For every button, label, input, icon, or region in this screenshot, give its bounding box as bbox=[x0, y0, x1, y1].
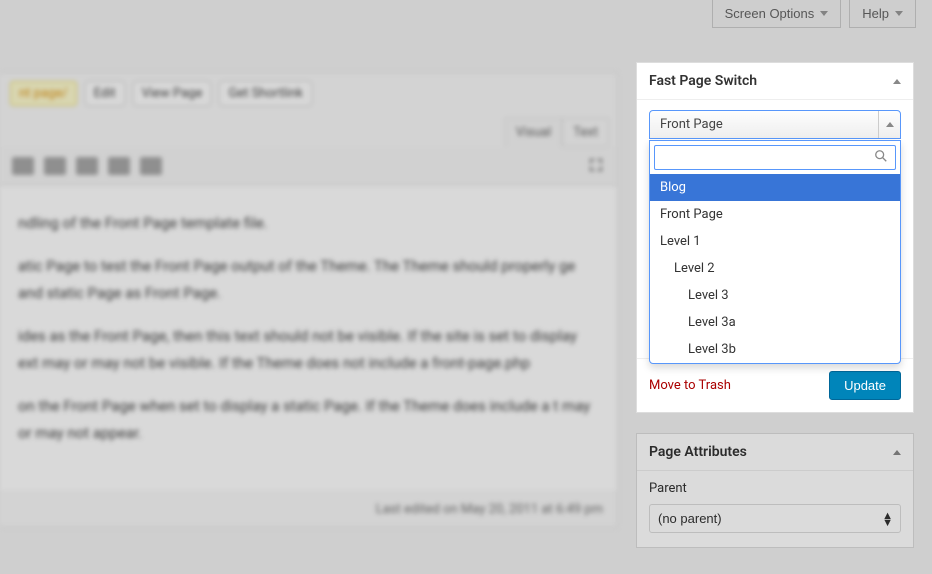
screen-options-label: Screen Options bbox=[725, 6, 815, 21]
chevron-down-icon bbox=[820, 11, 828, 16]
chevron-up-icon bbox=[893, 79, 901, 84]
tab-visual[interactable]: Visual bbox=[505, 118, 563, 147]
page-select-value: Front Page bbox=[660, 117, 723, 132]
view-page-chip[interactable]: View Page bbox=[133, 81, 212, 106]
content-line: on the Front Page when set to display a … bbox=[18, 393, 599, 447]
result-option[interactable]: Level 1 bbox=[650, 228, 900, 255]
page-search-input[interactable] bbox=[654, 145, 896, 170]
editor-last-edited: Last edited on May 20, 2011 at 6:49 pm bbox=[0, 491, 617, 527]
toolbar-button[interactable] bbox=[44, 157, 66, 175]
page-select[interactable]: Front Page bbox=[649, 110, 901, 139]
screen-options-button[interactable]: Screen Options bbox=[712, 0, 842, 28]
fast-page-switch-title: Fast Page Switch bbox=[649, 73, 757, 89]
toolbar-button[interactable] bbox=[140, 157, 162, 175]
search-icon bbox=[874, 149, 888, 167]
result-option[interactable]: Level 3b bbox=[650, 336, 900, 363]
fullscreen-icon[interactable] bbox=[589, 158, 605, 174]
content-line: ndling of the Front Page template file. bbox=[18, 210, 599, 237]
editor-toolbar bbox=[0, 147, 617, 186]
page-attributes-panel: Page Attributes Parent (no parent) ▲▼ bbox=[636, 433, 914, 548]
editor-content[interactable]: ndling of the Front Page template file. … bbox=[0, 186, 617, 491]
chevron-down-icon bbox=[895, 11, 903, 16]
result-option[interactable]: Blog bbox=[650, 174, 900, 201]
fast-page-switch-panel: Fast Page Switch Front Page bbox=[636, 62, 914, 413]
toolbar-button[interactable] bbox=[76, 157, 98, 175]
page-attributes-header[interactable]: Page Attributes bbox=[637, 434, 913, 471]
select-arrow bbox=[878, 111, 900, 138]
fast-page-switch-header[interactable]: Fast Page Switch bbox=[637, 63, 913, 100]
page-attributes-title: Page Attributes bbox=[649, 444, 747, 460]
move-to-trash-link[interactable]: Move to Trash bbox=[649, 378, 731, 393]
help-label: Help bbox=[862, 6, 889, 21]
result-option[interactable]: Front Page bbox=[650, 201, 900, 228]
content-line: ides as the Front Page, then this text s… bbox=[18, 323, 599, 377]
help-button[interactable]: Help bbox=[849, 0, 916, 28]
update-button[interactable]: Update bbox=[829, 371, 901, 400]
result-option[interactable]: Level 3 bbox=[650, 282, 900, 309]
editor-tabs: Visual Text bbox=[0, 114, 617, 147]
permalink-chip: nt page/ bbox=[10, 81, 77, 106]
content-line: atic Page to test the Front Page output … bbox=[18, 253, 599, 307]
toolbar-button[interactable] bbox=[108, 157, 130, 175]
editor-permalink-row: nt page/ Edit View Page Get Shortlink bbox=[0, 73, 617, 114]
result-option[interactable]: Level 3a bbox=[650, 309, 900, 336]
toolbar-button[interactable] bbox=[12, 157, 34, 175]
chevron-up-icon bbox=[893, 450, 901, 455]
chevron-up-icon bbox=[886, 122, 894, 127]
parent-label: Parent bbox=[649, 481, 901, 496]
editor-panel: nt page/ Edit View Page Get Shortlink Vi… bbox=[0, 72, 618, 528]
parent-select[interactable]: (no parent) bbox=[649, 504, 901, 533]
tab-text[interactable]: Text bbox=[562, 118, 609, 147]
page-select-results[interactable]: Blog Front Page Level 1 Level 2 Level 3 … bbox=[650, 174, 900, 363]
result-option[interactable]: Level 2 bbox=[650, 255, 900, 282]
get-shortlink-chip[interactable]: Get Shortlink bbox=[219, 81, 312, 106]
page-select-dropdown: Blog Front Page Level 1 Level 2 Level 3 … bbox=[649, 140, 901, 364]
publish-actions: Move to Trash Update bbox=[637, 358, 913, 412]
edit-chip[interactable]: Edit bbox=[85, 81, 125, 106]
